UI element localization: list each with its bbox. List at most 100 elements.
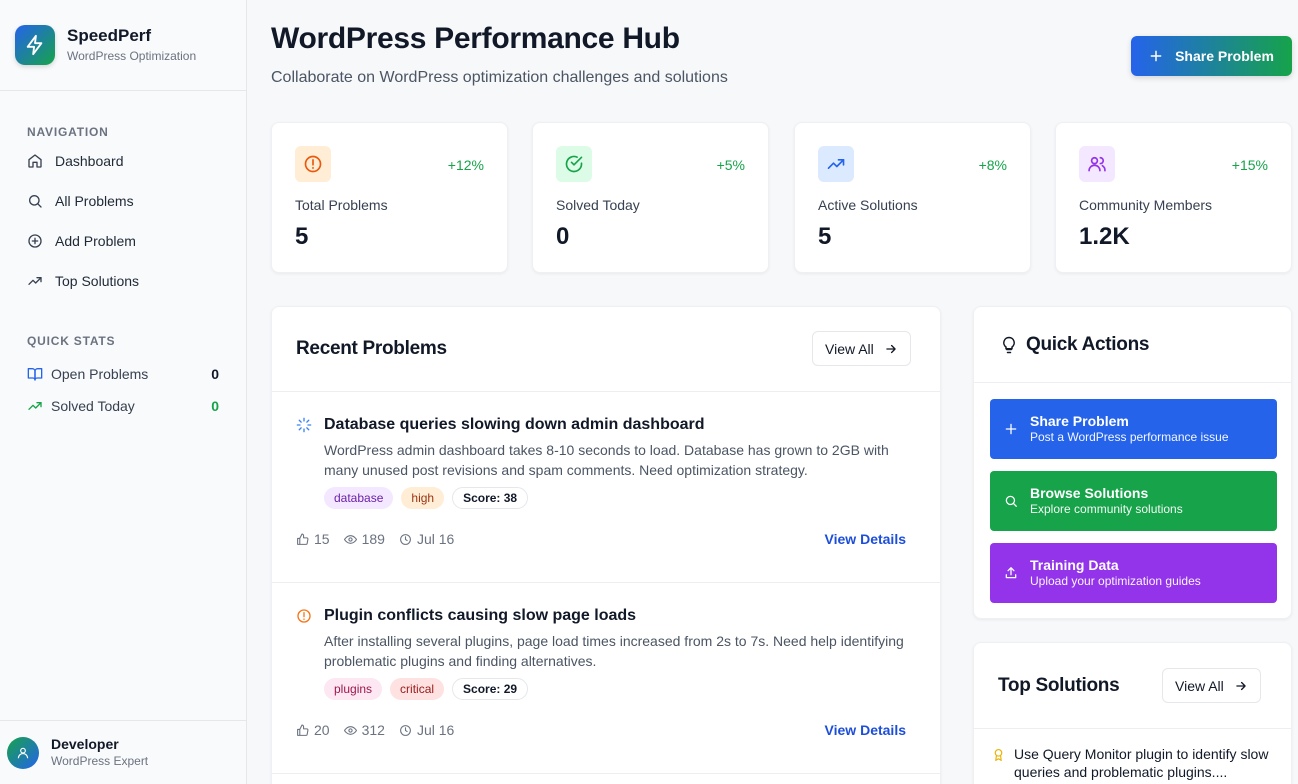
likes-metric[interactable]: 15 <box>296 531 330 547</box>
problem-date: Jul 16 <box>416 722 455 738</box>
quick-actions-title: Quick Actions <box>1026 334 1150 355</box>
problem-title[interactable]: Plugin conflicts causing slow page loads <box>324 607 636 625</box>
stat-card-total-problems: +12% Total Problems 5 <box>271 122 508 273</box>
score-badge: Score: 29 <box>452 678 529 700</box>
user-name: Developer <box>51 736 119 752</box>
quick-stat-label: Open Problems <box>51 366 149 382</box>
stat-change: +5% <box>716 157 745 173</box>
quick-action-title: Training Data <box>1030 557 1119 573</box>
plus-icon <box>1150 50 1162 62</box>
stat-value: 1.2K <box>1079 223 1130 250</box>
trending-up-icon <box>28 277 42 285</box>
view-all-label: View All <box>1175 677 1224 694</box>
arrow-right-icon <box>1236 681 1246 690</box>
stat-value: 5 <box>818 223 832 250</box>
thumbs-up-icon <box>297 533 309 545</box>
loader-icon <box>296 417 312 438</box>
page-title: WordPress Performance Hub <box>271 22 680 55</box>
problem-date: Jul 16 <box>416 531 455 547</box>
score-badge: Score: 38 <box>452 487 529 509</box>
sidebar-item-dashboard[interactable]: Dashboard <box>27 141 219 181</box>
stat-label: Solved Today <box>556 197 640 213</box>
trending-up-icon <box>28 402 42 410</box>
views-count: 312 <box>361 722 385 738</box>
stat-card-active-solutions: +8% Active Solutions 5 <box>794 122 1031 273</box>
sidebar: SpeedPerf WordPress Optimization NAVIGAT… <box>0 0 247 784</box>
recent-problems-panel: Recent Problems View All Database querie… <box>271 306 941 784</box>
top-solution-item[interactable]: Use Query Monitor plugin to identify slo… <box>1014 745 1276 781</box>
thumbs-up-icon <box>297 724 309 736</box>
user-profile[interactable]: Developer WordPress Expert <box>0 720 246 784</box>
arrow-right-icon <box>886 344 896 353</box>
divider <box>974 382 1291 383</box>
quick-action-training-data[interactable]: Training Data Upload your optimization g… <box>990 543 1277 603</box>
date-metric: Jul 16 <box>399 531 454 547</box>
problem-item[interactable]: Plugin conflicts causing slow page loads… <box>272 582 940 773</box>
home-icon <box>28 154 42 168</box>
stat-change: +15% <box>1231 157 1268 173</box>
top-solutions-title: Top Solutions <box>998 675 1120 696</box>
view-all-label: View All <box>825 340 874 357</box>
quick-action-title: Share Problem <box>1030 413 1129 429</box>
award-icon <box>992 747 1005 768</box>
eye-icon <box>343 725 357 735</box>
sidebar-item-add-problem[interactable]: Add Problem <box>27 221 219 261</box>
sidebar-item-all-problems[interactable]: All Problems <box>27 181 219 221</box>
sidebar-item-top-solutions[interactable]: Top Solutions <box>27 261 219 301</box>
user-role: WordPress Expert <box>51 754 149 768</box>
lightning-icon <box>15 25 55 65</box>
search-icon <box>29 195 42 208</box>
top-solutions-view-all-button[interactable]: View All <box>1162 668 1261 703</box>
divider <box>974 728 1291 729</box>
tag-priority: critical <box>390 678 445 700</box>
alert-circle-icon <box>295 146 331 182</box>
quick-action-title: Browse Solutions <box>1030 485 1149 501</box>
quick-action-subtitle: Post a WordPress performance issue <box>1030 430 1229 444</box>
sidebar-item-label: All Problems <box>55 193 134 209</box>
quick-stat-value: 0 <box>211 366 219 382</box>
clock-icon <box>400 724 411 736</box>
stat-value: 0 <box>556 223 570 250</box>
problem-item[interactable]: Database queries slowing down admin dash… <box>272 391 940 582</box>
lightbulb-icon <box>1000 335 1018 360</box>
view-details-link[interactable]: View Details <box>825 722 906 738</box>
views-metric: 189 <box>343 531 385 547</box>
stat-change: +12% <box>447 157 484 173</box>
book-open-icon <box>27 368 43 381</box>
trending-up-icon <box>818 146 854 182</box>
quick-stat-label: Solved Today <box>51 398 135 414</box>
likes-count: 15 <box>314 531 330 547</box>
quick-action-subtitle: Upload your optimization guides <box>1030 574 1201 588</box>
share-problem-button[interactable]: Share Problem <box>1131 36 1292 76</box>
stats-section-title: QUICK STATS <box>27 334 116 348</box>
quick-stat-value: 0 <box>211 398 219 414</box>
quick-action-browse-solutions[interactable]: Browse Solutions Explore community solut… <box>990 471 1277 531</box>
problem-description: After installing several plugins, page l… <box>324 633 904 669</box>
stat-change: +8% <box>978 157 1007 173</box>
divider <box>272 773 940 774</box>
stat-label: Total Problems <box>295 197 388 213</box>
problem-description: WordPress admin dashboard takes 8-10 sec… <box>324 442 889 478</box>
sidebar-item-label: Top Solutions <box>55 273 140 289</box>
stat-card-solved-today: +5% Solved Today 0 <box>532 122 769 273</box>
recent-view-all-button[interactable]: View All <box>812 331 911 366</box>
plus-icon <box>1005 423 1017 435</box>
users-icon <box>1079 146 1115 182</box>
problem-title[interactable]: Database queries slowing down admin dash… <box>324 416 705 434</box>
quick-action-subtitle: Explore community solutions <box>1030 502 1183 516</box>
share-problem-label: Share Problem <box>1175 48 1274 64</box>
brand-name: SpeedPerf <box>67 26 152 45</box>
quick-actions-panel: Quick Actions Share Problem Post a WordP… <box>973 306 1292 619</box>
plus-circle-icon <box>28 234 42 248</box>
likes-count: 20 <box>314 722 330 738</box>
main-content: WordPress Performance Hub Collaborate on… <box>247 0 1298 784</box>
tag-category: database <box>324 487 394 509</box>
sidebar-item-label: Add Problem <box>55 233 136 249</box>
nav-section-title: NAVIGATION <box>27 125 109 139</box>
view-details-link[interactable]: View Details <box>825 531 906 547</box>
stat-label: Active Solutions <box>818 197 918 213</box>
views-count: 189 <box>361 531 385 547</box>
quick-action-share-problem[interactable]: Share Problem Post a WordPress performan… <box>990 399 1277 459</box>
sidebar-item-label: Dashboard <box>55 153 124 169</box>
likes-metric[interactable]: 20 <box>296 722 330 738</box>
